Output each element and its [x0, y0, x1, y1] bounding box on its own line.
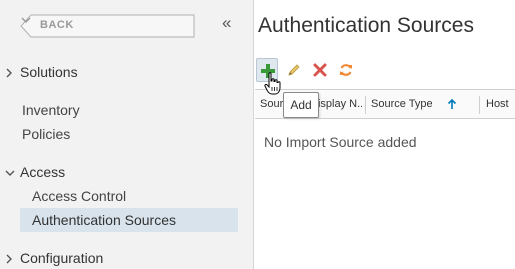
delete-button[interactable] — [309, 58, 331, 82]
collapse-sidebar-button[interactable]: « — [222, 13, 231, 33]
column-separator[interactable] — [479, 96, 480, 114]
x-icon — [313, 63, 327, 77]
back-label: BACK — [40, 19, 74, 31]
sidebar-item-access-control[interactable]: Access Control — [20, 184, 238, 208]
back-button[interactable]: BACK — [20, 14, 196, 38]
sort-ascending-icon[interactable] — [447, 99, 457, 110]
chevron-right-icon — [6, 68, 12, 78]
pencil-icon — [288, 64, 300, 76]
chevron-right-icon — [6, 254, 12, 264]
app-window: BACK « Solutions Inventory Policies Acce… — [0, 0, 515, 269]
page-title: Authentication Sources — [258, 14, 474, 37]
nav-group-access[interactable]: Access — [0, 164, 240, 184]
chevron-down-icon — [21, 17, 31, 23]
chevron-down-icon — [5, 170, 15, 176]
empty-message: No Import Source added — [264, 134, 417, 150]
nav-group-label: Access — [20, 164, 66, 180]
toolbar — [255, 58, 515, 84]
nav-group-solutions[interactable]: Solutions — [0, 64, 240, 84]
add-tooltip: Add — [283, 92, 319, 118]
column-separator[interactable] — [365, 96, 366, 114]
nav-group-label: Solutions — [20, 64, 78, 80]
nav-group-configuration[interactable]: Configuration — [0, 250, 240, 269]
sidebar: BACK « Solutions Inventory Policies Acce… — [0, 0, 254, 269]
main-content: Authentication Sources Sour Display N...… — [255, 0, 515, 269]
column-header-host[interactable]: Host — [486, 90, 514, 118]
grid-body: No Import Source added — [255, 120, 515, 269]
sidebar-item-authentication-sources[interactable]: Authentication Sources — [20, 208, 238, 232]
refresh-button[interactable] — [335, 58, 357, 82]
sidebar-item-policies[interactable]: Policies — [22, 126, 70, 142]
nav-group-label: Configuration — [20, 250, 104, 266]
edit-button[interactable] — [283, 58, 305, 82]
sidebar-item-inventory[interactable]: Inventory — [22, 102, 80, 118]
hand-cursor-icon — [264, 72, 281, 95]
refresh-icon — [340, 64, 352, 76]
